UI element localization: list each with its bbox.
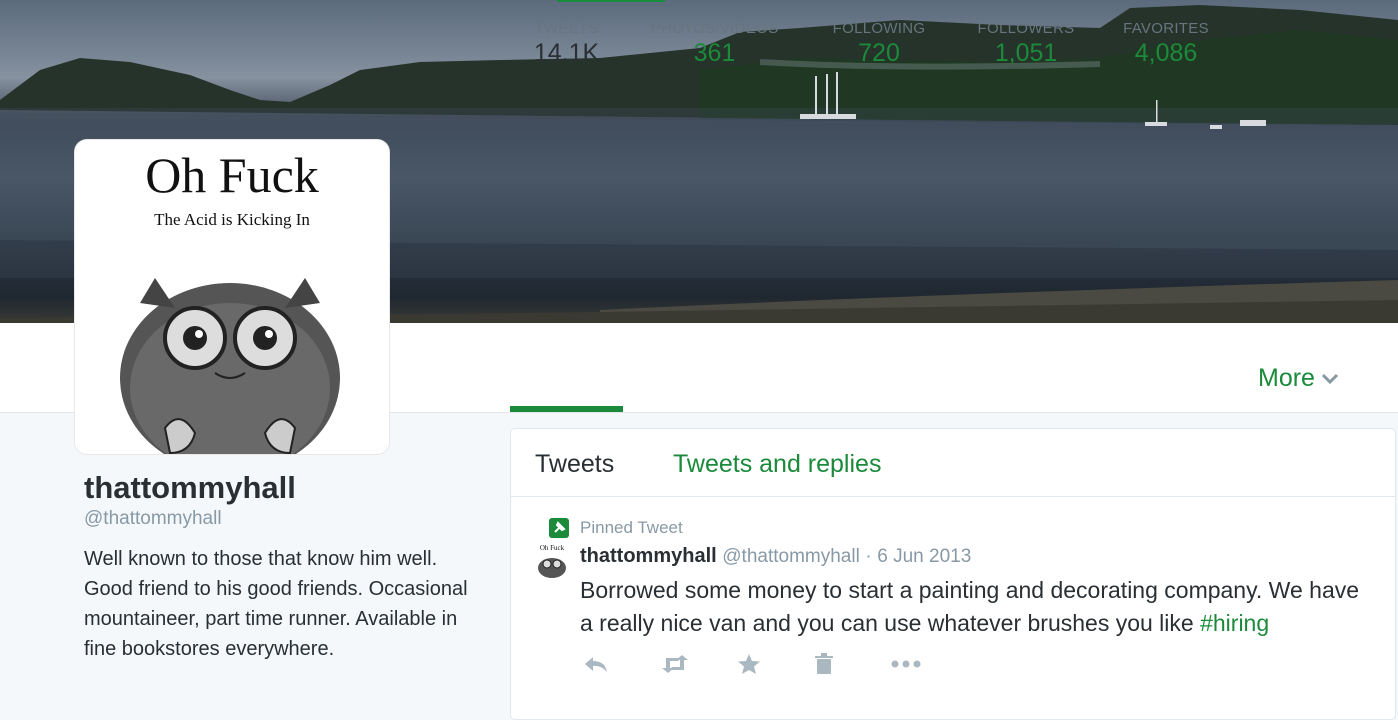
stat-photos-videos-value: 361 [693, 39, 736, 67]
favorite-button[interactable] [737, 651, 814, 677]
tweet-hashtag-link[interactable]: #hiring [1200, 610, 1269, 636]
tweet-text: Borrowed some money to start a painting … [580, 574, 1370, 640]
profile-handle[interactable]: @thattommyhall [84, 508, 222, 530]
pinned-tweet-label: Pinned Tweet [580, 518, 683, 537]
chevron-down-icon [1321, 373, 1339, 384]
stat-photos-videos-label: PHOTOS/VIDEOS [650, 20, 779, 37]
tab-tweets-and-replies[interactable]: Tweets and replies [673, 450, 881, 479]
avatar-subtitle: The Acid is Kicking In [154, 210, 310, 229]
more-icon [891, 660, 921, 668]
active-stat-underline [510, 406, 623, 412]
reply-button[interactable] [583, 651, 660, 677]
stat-tweets-value: 14.1K [533, 39, 600, 67]
stat-favorites[interactable]: FAVORITES 4,086 [1112, 20, 1220, 68]
tweet-timestamp[interactable]: 6 Jun 2013 [877, 546, 971, 567]
tweet-separator: · [865, 546, 872, 567]
more-nav-button[interactable]: More [1258, 364, 1339, 393]
more-nav-label: More [1258, 364, 1315, 392]
tab-tweets[interactable]: Tweets [535, 450, 614, 479]
stat-favorites-label: FAVORITES [1123, 20, 1209, 37]
stat-favorites-value: 4,086 [1134, 39, 1198, 67]
profile-name[interactable]: thattommyhall [84, 470, 296, 506]
timeline: Tweets Tweets and replies Pinned Tweet O… [510, 428, 1396, 720]
delete-button[interactable] [814, 651, 891, 677]
stat-followers-label: FOLLOWERS [977, 20, 1075, 37]
profile-avatar[interactable]: Oh Fuck The Acid is Kicking In [75, 140, 389, 454]
tweet-actions [583, 651, 968, 677]
retweet-button[interactable] [660, 651, 737, 677]
tweet-avatar-title: Oh Fuck [539, 544, 565, 552]
retweet-icon [662, 655, 688, 673]
stat-followers-value: 1,051 [994, 39, 1058, 67]
tweet-avatar-image [538, 558, 566, 578]
timeline-tabs: Tweets Tweets and replies [511, 429, 1395, 497]
tweet-header: thattommyhall @thattommyhall · 6 Jun 201… [580, 545, 971, 568]
more-actions-button[interactable] [891, 651, 968, 677]
stat-tweets-label: TWEETS [534, 20, 599, 37]
stat-following-value: 720 [858, 39, 900, 67]
tweet-avatar[interactable]: Oh Fuck [536, 544, 568, 582]
delete-icon [815, 653, 833, 674]
stat-following-label: FOLLOWING [832, 20, 926, 37]
stat-photos-videos[interactable]: PHOTOS/VIDEOS 361 [643, 20, 786, 68]
tweet-author-name[interactable]: thattommyhall [580, 545, 717, 567]
profile-bio: Well known to those that know him well. … [84, 548, 468, 660]
top-accent-bar [557, 0, 665, 2]
reply-icon [585, 657, 607, 672]
stat-following[interactable]: FOLLOWING 720 [823, 20, 935, 68]
pinned-tweet-context: Pinned Tweet [549, 518, 683, 538]
favorite-icon [738, 654, 760, 674]
avatar-title: Oh Fuck [145, 147, 319, 203]
stat-tweets[interactable]: TWEETS 14.1K [510, 20, 623, 68]
stat-followers[interactable]: FOLLOWERS 1,051 [970, 20, 1082, 68]
tarsier-illustration [120, 278, 340, 454]
pin-icon [549, 518, 569, 538]
tweet-author-handle[interactable]: @thattommyhall [722, 546, 860, 567]
